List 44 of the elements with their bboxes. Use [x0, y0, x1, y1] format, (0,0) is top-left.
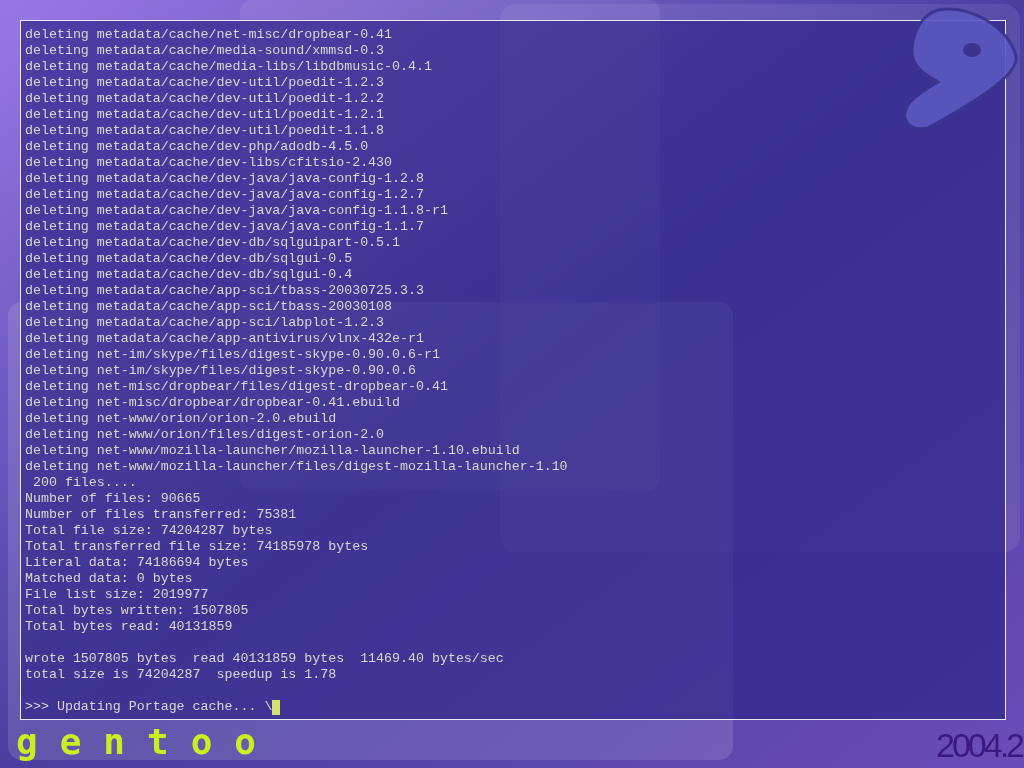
console-line: deleting metadata/cache/dev-util/poedit-1.2.1: [25, 107, 385, 123]
console-line: deleting metadata/cache/dev-util/poedit-1.2.2: [25, 91, 385, 107]
console-line: Total bytes written: 1507805: [25, 603, 249, 619]
console-line: deleting metadata/cache/dev-db/sqlgui-0.5: [25, 251, 353, 267]
console-line: deleting metadata/cache/dev-db/sqlgui-0.4: [25, 267, 353, 283]
console-line: deleting metadata/cache/app-sci/labplot-1.2.3: [25, 315, 385, 331]
console-line: File list size: 2019977: [25, 587, 209, 603]
console-line: deleting net-im/skype/files/digest-skype-0.90.0.6-r1: [25, 347, 440, 363]
console-line: deleting net-www/mozilla-launcher/files/digest-mozilla-launcher-1.10: [25, 459, 568, 475]
console-line: deleting metadata/cache/dev-db/sqlguipart-0.5.1: [25, 235, 401, 251]
console-line: deleting net-www/mozilla-launcher/mozilla-launcher-1.10.ebuild: [25, 443, 520, 459]
console-line: deleting metadata/cache/dev-java/java-config-1.1.8-r1: [25, 203, 448, 219]
console-line: Total file size: 74204287 bytes: [25, 523, 273, 539]
console-line: deleting metadata/cache/dev-util/poedit-1.2.3: [25, 75, 385, 91]
console-line: deleting net-misc/dropbear/files/digest-dropbear-0.41: [25, 379, 448, 395]
console-line: total size is 74204287 speedup is 1.78: [25, 667, 337, 683]
console-line: deleting metadata/cache/net-misc/dropbear-0.41: [25, 27, 393, 43]
console-line: deleting metadata/cache/media-sound/xmmsd-0.3: [25, 43, 385, 59]
version-label: 2004.2: [936, 726, 1022, 764]
console-line: Total bytes read: 40131859: [25, 619, 233, 635]
console-line: deleting metadata/cache/dev-java/java-config-1.2.8: [25, 171, 424, 187]
console-line: deleting net-misc/dropbear/dropbear-0.41.ebuild: [25, 395, 401, 411]
console-line: deleting metadata/cache/app-sci/tbass-20030108: [25, 299, 393, 315]
console-line: deleting metadata/cache/app-antivirus/vlnx-432e-r1: [25, 331, 424, 347]
console-line: Number of files transferred: 75381: [25, 507, 297, 523]
console-line: deleting metadata/cache/dev-java/java-config-1.2.7: [25, 187, 424, 203]
text-cursor: [272, 699, 281, 715]
gentoo-logo-text: gentoo: [16, 722, 279, 762]
console-line: Number of files: 90665: [25, 491, 201, 507]
console-line: Matched data: 0 bytes: [25, 571, 193, 587]
console-line: deleting net-www/orion/files/digest-orion-2.0: [25, 427, 385, 443]
console-line: deleting metadata/cache/app-sci/tbass-20030725.3.3: [25, 283, 424, 299]
console-prompt: >>> Updating Portage cache... \: [25, 699, 273, 715]
console-line: deleting metadata/cache/dev-java/java-config-1.1.7: [25, 219, 424, 235]
console-line: deleting metadata/cache/dev-util/poedit-1.1.8: [25, 123, 385, 139]
console-line: 200 files....: [31, 475, 137, 491]
console-line: Total transferred file size: 74185978 bytes: [25, 539, 369, 555]
console-line: deleting net-www/orion/orion-2.0.ebuild: [25, 411, 337, 427]
console-line: deleting metadata/cache/dev-libs/cfitsio-2.430: [25, 155, 393, 171]
console-line: Literal data: 74186694 bytes: [25, 555, 249, 571]
console-line: deleting net-im/skype/files/digest-skype-0.90.0.6: [25, 363, 416, 379]
console-line: deleting metadata/cache/dev-php/adodb-4.5.0: [25, 139, 369, 155]
console-line: deleting metadata/cache/media-libs/libdbmusic-0.4.1: [25, 59, 432, 75]
console-line: wrote 1507805 bytes read 40131859 bytes 11469.40 bytes/sec: [25, 651, 504, 667]
